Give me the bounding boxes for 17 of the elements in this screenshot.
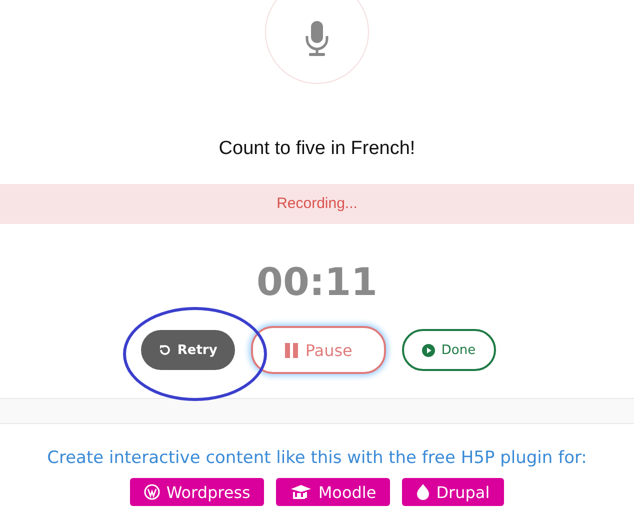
retry-icon (159, 344, 172, 356)
microphone-icon (305, 21, 329, 57)
pause-button[interactable]: Pause (251, 326, 386, 374)
play-icon (422, 344, 436, 356)
wordpress-button[interactable]: Wordpress (130, 478, 264, 506)
promo-text: Create interactive content like this with the free H5P plugin for: (46, 448, 588, 468)
mortarboard-icon (290, 484, 312, 500)
timer-text: 00:11 (256, 260, 378, 304)
pause-icon (285, 342, 300, 358)
done-button[interactable]: Done (402, 329, 496, 371)
wordpress-icon (144, 484, 160, 500)
status-banner: Recording... (0, 184, 634, 224)
question-text: Count to five in French! (218, 138, 416, 160)
moodle-button[interactable]: Moodle (276, 478, 390, 506)
retry-button[interactable]: Retry (141, 330, 236, 370)
drupal-button[interactable]: Drupal (402, 478, 504, 506)
drop-icon (416, 484, 430, 500)
